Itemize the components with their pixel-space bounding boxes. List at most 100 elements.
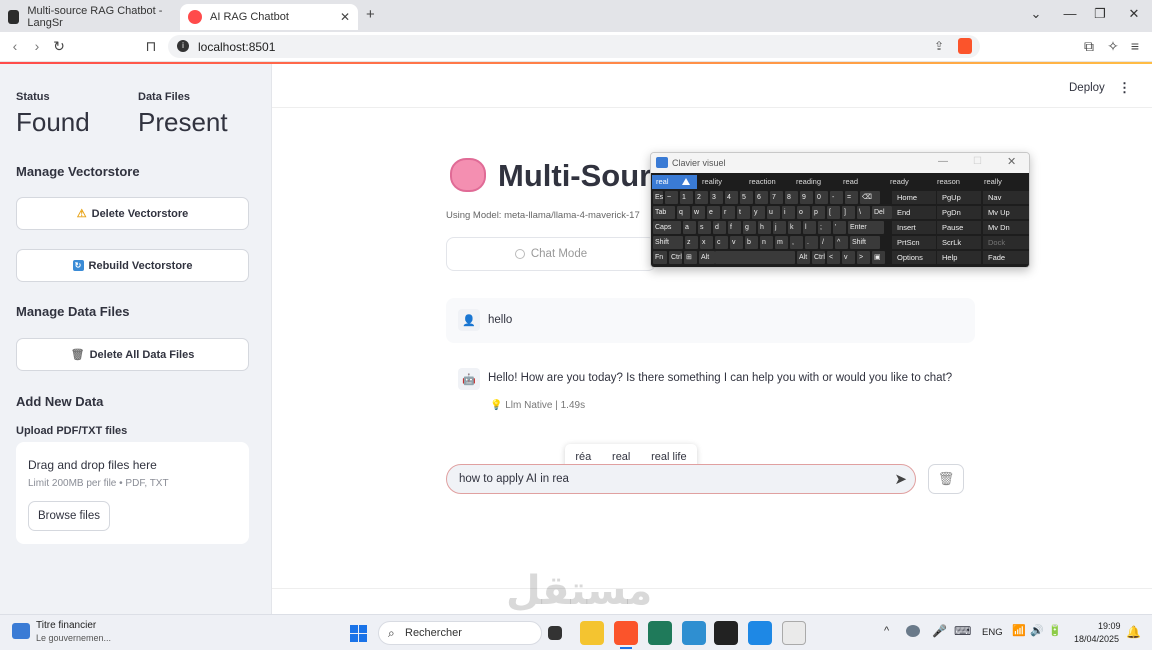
key[interactable]: v — [730, 236, 743, 249]
main-menu-icon[interactable]: ⋮ — [1118, 80, 1131, 96]
suggestion-item[interactable]: real — [612, 451, 630, 463]
key[interactable]: v — [842, 251, 855, 264]
volume-icon[interactable]: 🔊 — [1030, 624, 1044, 637]
leo-ai-icon[interactable]: ✧ — [1104, 38, 1122, 55]
key[interactable]: k — [788, 221, 801, 234]
key[interactable]: ScrLk — [937, 236, 981, 249]
key[interactable]: w — [692, 206, 705, 219]
key[interactable]: Alt — [797, 251, 810, 264]
key[interactable]: l — [803, 221, 816, 234]
browse-files-button[interactable]: Browse files — [28, 501, 110, 531]
key[interactable]: Dock — [983, 236, 1029, 249]
key[interactable]: Tab — [653, 206, 675, 219]
key[interactable]: y — [752, 206, 765, 219]
address-bar[interactable]: i localhost:8501 ⇪ — [168, 35, 980, 58]
key[interactable]: p — [812, 206, 825, 219]
clear-chat-button[interactable]: 🗑 — [928, 464, 964, 494]
onedrive-icon[interactable] — [906, 625, 920, 637]
chat-mode-toggle[interactable]: Chat Mode — [446, 237, 656, 271]
language-indicator[interactable]: ENG — [982, 627, 1003, 638]
key[interactable]: Home — [892, 191, 936, 204]
key[interactable]: 9 — [800, 191, 813, 204]
key[interactable]: Mv Up — [983, 206, 1029, 219]
delete-vectorstore-button[interactable]: ⚠ Delete Vectorstore — [16, 197, 249, 230]
key[interactable]: Ctrl — [669, 251, 682, 264]
deploy-button[interactable]: Deploy — [1069, 82, 1105, 94]
key[interactable]: Esc — [653, 191, 663, 204]
command-prompt-icon[interactable] — [714, 621, 738, 645]
close-tab-icon[interactable]: ✕ — [340, 10, 350, 24]
key[interactable]: 2 — [695, 191, 708, 204]
key[interactable]: d — [713, 221, 726, 234]
key[interactable]: \ — [857, 206, 870, 219]
microphone-icon[interactable]: 🎤 — [932, 624, 947, 638]
key[interactable]: . — [805, 236, 818, 249]
tab-ai-rag-chatbot[interactable]: AI RAG Chatbot ✕ — [180, 4, 358, 30]
new-tab-button[interactable]: + — [366, 6, 375, 23]
key[interactable]: = — [845, 191, 858, 204]
key[interactable]: / — [820, 236, 833, 249]
key[interactable]: o — [797, 206, 810, 219]
key[interactable]: Shift — [653, 236, 683, 249]
key[interactable]: Options — [892, 251, 936, 264]
key[interactable]: Fn — [653, 251, 667, 264]
tray-overflow-icon[interactable]: ^ — [884, 625, 889, 637]
keyboard-minimize-icon[interactable]: — — [938, 156, 948, 167]
chat-input[interactable]: how to apply AI in rea ➤ — [446, 464, 916, 494]
wifi-icon[interactable]: 📶 — [1012, 624, 1026, 637]
key[interactable]: , — [790, 236, 803, 249]
key[interactable]: z — [685, 236, 698, 249]
key[interactable]: s — [698, 221, 711, 234]
brave-shield-icon[interactable] — [958, 38, 972, 54]
terminal-icon[interactable] — [648, 621, 672, 645]
restore-icon[interactable]: ❐ — [1090, 6, 1110, 22]
site-info-icon[interactable]: i — [177, 40, 189, 52]
key[interactable]: 6 — [755, 191, 768, 204]
key[interactable]: Mv Dn — [983, 221, 1029, 234]
widget-title[interactable]: Titre financier — [36, 620, 96, 631]
key[interactable]: Fade — [983, 251, 1029, 264]
key[interactable]: 5 — [740, 191, 753, 204]
key[interactable]: Nav — [983, 191, 1029, 204]
bookmark-icon[interactable]: ⊓ — [142, 38, 160, 55]
key[interactable]: [ — [827, 206, 840, 219]
send-icon[interactable]: ➤ — [894, 470, 907, 488]
key[interactable]: ~ — [665, 191, 678, 204]
keyboard-tray-icon[interactable]: ⌨ — [954, 624, 971, 638]
clock-time[interactable]: 19:09 — [1098, 621, 1121, 631]
key[interactable]: Alt — [699, 251, 715, 264]
key[interactable]: e — [707, 206, 720, 219]
key[interactable]: Shift — [850, 236, 880, 249]
keyboard-maximize-icon[interactable]: ☐ — [973, 156, 982, 167]
key[interactable]: ⊞ — [684, 251, 697, 264]
key[interactable]: f — [728, 221, 741, 234]
keyboard-close-icon[interactable]: ✕ — [1007, 155, 1016, 168]
rebuild-vectorstore-button[interactable]: ↻ Rebuild Vectorstore — [16, 249, 249, 282]
key[interactable]: PrtScn — [892, 236, 936, 249]
file-explorer-icon[interactable] — [580, 621, 604, 645]
menu-icon[interactable]: ≡ — [1126, 38, 1144, 54]
key[interactable]: r — [722, 206, 735, 219]
key[interactable]: 1 — [680, 191, 693, 204]
key[interactable]: h — [758, 221, 771, 234]
key[interactable]: Insert — [892, 221, 936, 234]
task-view-icon[interactable] — [548, 626, 562, 640]
key[interactable]: < — [827, 251, 840, 264]
suggestion-item[interactable]: real life — [651, 451, 686, 463]
key[interactable]: u — [767, 206, 780, 219]
key[interactable]: Ctrl — [812, 251, 825, 264]
key[interactable]: 3 — [710, 191, 723, 204]
tab-multi-source[interactable]: Multi-source RAG Chatbot - LangSr — [0, 4, 176, 30]
key[interactable]: x — [700, 236, 713, 249]
key[interactable]: ^ — [835, 236, 848, 249]
key[interactable]: b — [745, 236, 758, 249]
close-window-icon[interactable]: ✕ — [1124, 6, 1144, 22]
key[interactable]: a — [683, 221, 696, 234]
news-widget-icon[interactable] — [12, 623, 30, 639]
share-icon[interactable]: ⇪ — [934, 39, 944, 53]
key[interactable]: Pause — [937, 221, 981, 234]
key[interactable]: PgUp — [937, 191, 981, 204]
key[interactable]: ] — [842, 206, 855, 219]
delete-all-data-files-button[interactable]: 🗑 Delete All Data Files — [16, 338, 249, 371]
minimize-icon[interactable]: — — [1060, 6, 1080, 21]
